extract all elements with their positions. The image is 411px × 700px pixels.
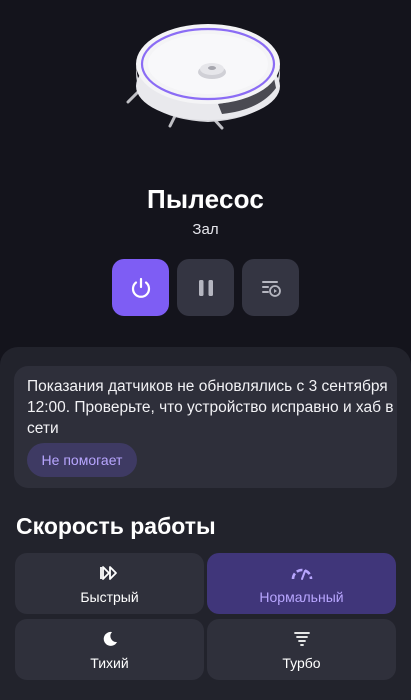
- not-helping-button[interactable]: Не помогает: [27, 443, 137, 477]
- speed-option-label: Турбо: [282, 655, 321, 671]
- sensor-alert-text: Показания датчиков не обновлялись с 3 се…: [27, 378, 394, 437]
- device-header: Пылесос Зал: [0, 0, 411, 345]
- speed-option-label: Нормальный: [259, 589, 344, 605]
- tornado-icon: [293, 632, 310, 646]
- device-room: Зал: [192, 221, 219, 238]
- device-name: Пылесос: [146, 184, 265, 214]
- power-icon: [131, 277, 150, 298]
- speed-option-quiet[interactable]: Тихий: [15, 619, 204, 680]
- speed-option-fast[interactable]: Быстрый: [15, 553, 204, 614]
- speed-option-normal[interactable]: Нормальный: [207, 553, 396, 614]
- power-button[interactable]: [112, 259, 169, 316]
- gauge-icon: [291, 568, 312, 580]
- moon-icon: [103, 631, 117, 646]
- program-list-icon: [261, 280, 281, 297]
- speed-option-turbo[interactable]: Турбо: [207, 619, 396, 680]
- pause-button[interactable]: [177, 259, 234, 316]
- fast-forward-icon: [99, 566, 117, 580]
- speed-option-label: Тихий: [90, 655, 129, 671]
- program-button[interactable]: [242, 259, 299, 316]
- robot-vacuum-image: [126, 24, 280, 130]
- speed-option-label: Быстрый: [80, 589, 139, 605]
- pause-icon: [198, 279, 213, 296]
- speed-section-title: Скорость работы: [16, 513, 216, 539]
